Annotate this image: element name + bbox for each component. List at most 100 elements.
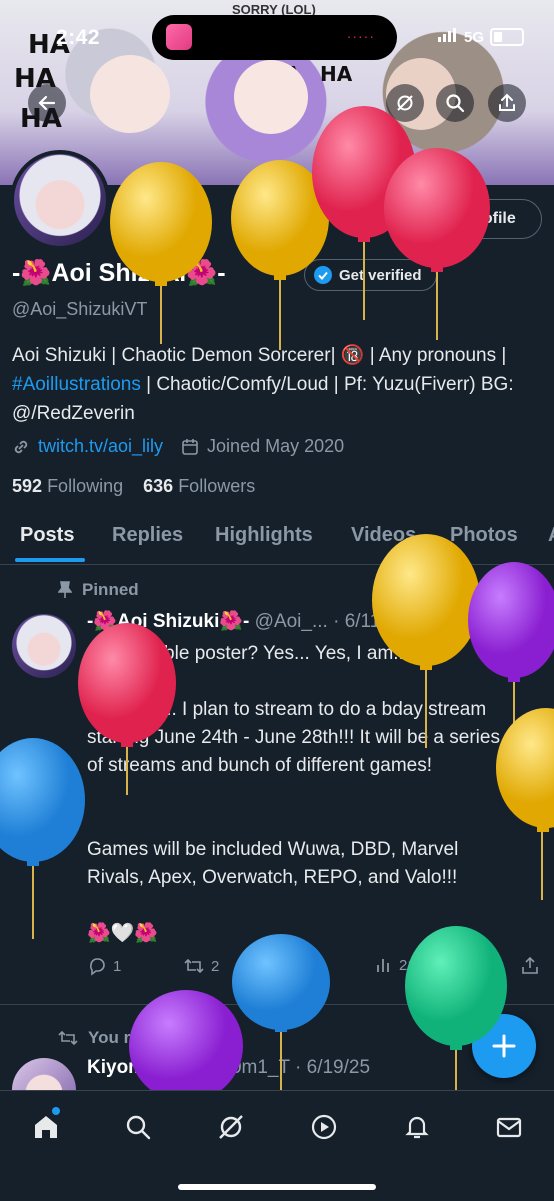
edit-profile-button[interactable]: Edit profile	[406, 199, 542, 239]
home-indicator[interactable]	[178, 1184, 376, 1190]
search-button[interactable]	[436, 84, 474, 122]
post-text-paragraph: Games will be included Wuwa, DBD, Marvel…	[87, 839, 459, 888]
calendar-icon	[182, 438, 198, 455]
dynamic-island[interactable]: ·····	[152, 15, 397, 60]
pinned-label: Pinned	[82, 580, 139, 599]
verified-badge-icon	[314, 266, 332, 284]
post-header: Kiyomi @K1y0m1_T · 6/19/25	[87, 1057, 370, 1079]
get-verified-label: Get verified	[339, 266, 422, 284]
like-button[interactable]: 8	[281, 956, 315, 976]
balloon-blue	[0, 738, 85, 939]
verified-badge-icon	[156, 1059, 173, 1075]
tab-videos[interactable]: Videos	[351, 524, 416, 547]
tab-posts[interactable]: Posts	[20, 524, 74, 547]
media-thumbnail	[166, 24, 192, 50]
search-icon	[446, 94, 465, 113]
share-button[interactable]	[488, 84, 526, 122]
balloon-yellow	[231, 160, 329, 350]
search-icon	[126, 1115, 151, 1140]
follow-stats: 592 Following 636 Followers	[12, 476, 255, 497]
profile-website-link[interactable]: twitch.tv/aoi_lily	[38, 436, 163, 457]
share-icon	[522, 956, 538, 974]
profile-name: -🌺Aoi Shizuki🌺-	[12, 259, 226, 287]
banner-ha-text: HA	[320, 62, 353, 86]
post-text-emoji: 🌺🤍🌺	[87, 923, 158, 944]
bookmark-icon	[472, 957, 486, 976]
nav-notifications[interactable]	[399, 1109, 435, 1145]
banner-character-face	[234, 60, 308, 134]
post-grok-button[interactable]	[486, 612, 504, 635]
bio-text: Aoi Shizuki | Chaotic Demon Sorcerer| 🔞 …	[12, 345, 507, 366]
post-author-name[interactable]: Kiyomi	[87, 1057, 150, 1078]
profile-handle: @Aoi_ShizukiVT	[12, 299, 148, 319]
views-icon	[377, 959, 389, 972]
pin-icon	[58, 581, 72, 598]
post-date[interactable]: · 6/11/25	[333, 611, 407, 632]
tab-articles[interactable]: A	[548, 524, 554, 547]
views-button[interactable]: 214	[375, 956, 424, 974]
like-count: 8	[307, 957, 316, 975]
repost-count: 2	[211, 957, 220, 975]
bookmark-button[interactable]	[471, 956, 487, 976]
grok-icon	[487, 613, 503, 629]
view-count: 214	[399, 956, 425, 974]
share-icon	[499, 93, 515, 111]
back-button[interactable]	[28, 84, 66, 122]
post-author-avatar[interactable]	[12, 614, 76, 678]
plus-icon	[492, 1034, 516, 1058]
network-label: 5G	[463, 28, 484, 46]
play-circle-icon	[311, 1114, 337, 1140]
joined-date: Joined May 2020	[207, 436, 345, 456]
followers-link[interactable]: 636 Followers	[143, 476, 255, 496]
grok-icon	[219, 1115, 243, 1139]
tab-replies[interactable]: Replies	[112, 524, 183, 547]
profile-avatar[interactable]	[10, 150, 110, 250]
tab-highlights[interactable]: Highlights	[215, 524, 313, 547]
post-text-paragraph: However... I plan to stream to do a bday…	[87, 699, 500, 776]
audio-wave-icon: ·····	[346, 28, 375, 44]
battery-icon	[490, 28, 524, 46]
bell-icon	[405, 1116, 429, 1139]
status-time: 2:42	[56, 26, 101, 49]
profile-meta: twitch.tv/aoi_lily Joined May 2020	[12, 436, 344, 457]
repost-indicator: You reposted	[58, 1028, 195, 1048]
heart-icon	[283, 959, 299, 974]
post-text-line: Am I terrible poster? Yes... Yes, I am..…	[87, 643, 410, 664]
share-post-button[interactable]	[521, 956, 539, 976]
notification-dot	[52, 1107, 60, 1115]
get-verified-button[interactable]: Get verified	[304, 259, 437, 291]
mail-icon	[496, 1117, 522, 1138]
nav-messages[interactable]	[491, 1109, 527, 1145]
repost-button[interactable]: 2	[183, 956, 219, 976]
post-date[interactable]: · 6/19/25	[295, 1057, 370, 1078]
repost-icon	[184, 958, 204, 974]
link-icon	[14, 440, 28, 453]
reply-count: 1	[113, 957, 122, 975]
nav-home[interactable]	[28, 1107, 64, 1145]
reply-button[interactable]: 1	[87, 956, 121, 976]
status-indicators: 5G	[437, 28, 524, 46]
tab-photos[interactable]: Photos	[450, 524, 518, 547]
nav-search[interactable]	[120, 1109, 156, 1145]
post-header: -🌺Aoi Shizuki🌺- @Aoi_... · 6/11/25	[87, 609, 407, 633]
post-author-handle[interactable]: @Aoi_...	[255, 611, 328, 632]
bio-hashtag-link[interactable]: #Aoillustrations	[12, 374, 141, 395]
compose-post-button[interactable]	[472, 1014, 536, 1078]
profile-tabs: Posts Replies Highlights Videos Photos A	[0, 518, 554, 565]
grok-button[interactable]	[386, 84, 424, 122]
grok-icon	[397, 95, 413, 111]
banner-character-face	[90, 55, 170, 133]
arrow-left-icon	[38, 95, 56, 111]
active-tab-indicator	[15, 558, 85, 562]
post-divider	[0, 1004, 554, 1005]
post-author-handle[interactable]: @K1y0m1_T	[179, 1057, 290, 1078]
post-more-button[interactable]: ⋯	[520, 610, 538, 631]
nav-video[interactable]	[306, 1109, 342, 1145]
pinned-label-row: Pinned	[58, 580, 139, 600]
post-author-name[interactable]: -🌺Aoi Shizuki🌺-	[87, 611, 249, 632]
following-link[interactable]: 592 Following	[12, 476, 123, 496]
repost-label: You reposted	[88, 1028, 196, 1047]
nav-grok[interactable]	[213, 1109, 249, 1145]
profile-bio: Aoi Shizuki | Chaotic Demon Sorcerer| 🔞 …	[12, 341, 537, 428]
signal-icon	[437, 28, 458, 46]
